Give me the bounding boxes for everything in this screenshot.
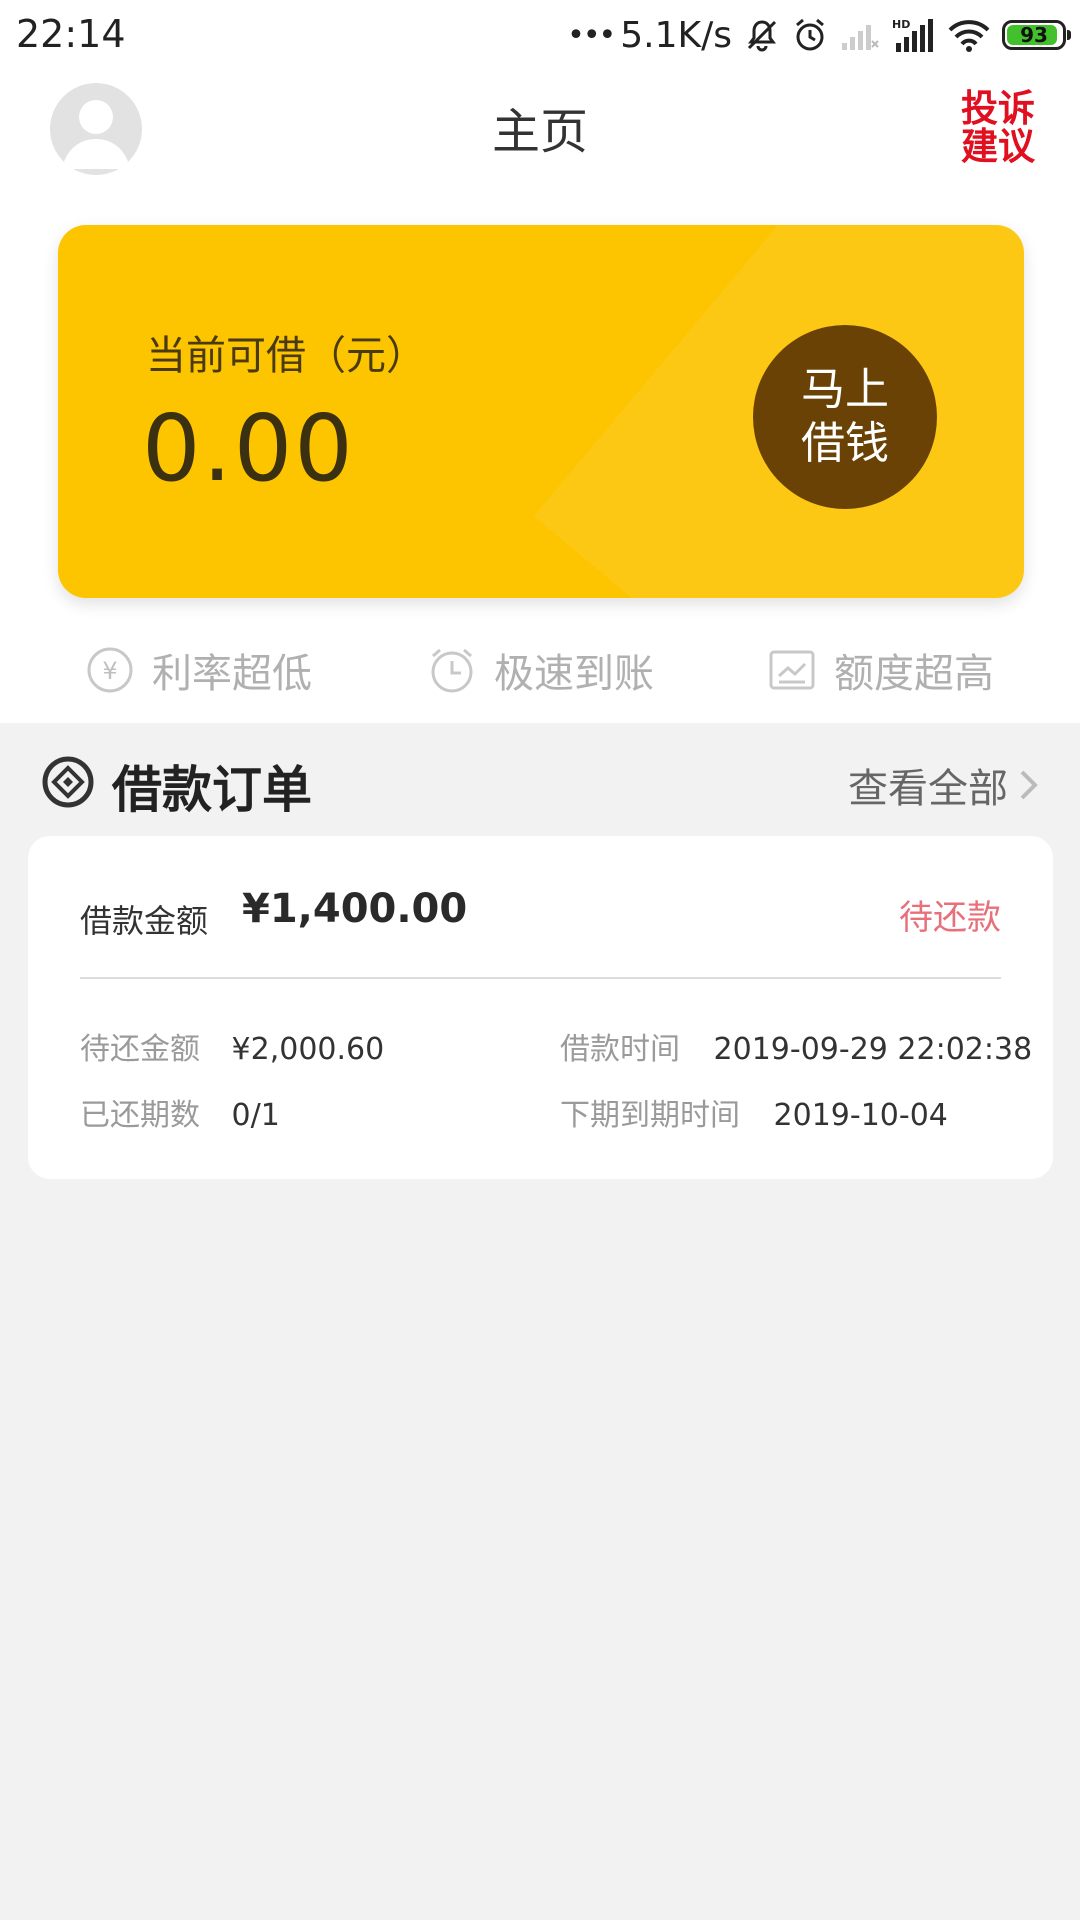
paid-periods-label: 已还期数 [80,1098,200,1133]
diamond-icon [42,756,94,808]
feature-label: 极速到账 [494,651,654,697]
next-due: 2019-10-04 [773,1098,948,1133]
net-speed: 5.1K/s [620,14,732,56]
loan-time: 2019-09-29 22:02:38 [713,1032,1033,1067]
features-row: ¥ 利率超低 极速到账 额度超高 [0,640,1080,700]
view-all-label: 查看全部 [848,766,1008,812]
feature-label: 额度超高 [834,651,994,697]
battery-level: 93 [1020,23,1048,47]
mute-icon [747,20,777,52]
credit-amount: 0.00 [142,395,355,502]
status-bar: 22:14 ••• 5.1K/s HD 93 [0,0,1080,70]
chevron-right-icon [1020,770,1038,800]
chart-icon [769,650,815,690]
status-badge: 待还款 [899,898,1001,938]
order-card[interactable]: 借款金额 ¥1,400.00 待还款 待还金额 ¥2,000.60 借款时间 2… [28,836,1053,1179]
battery-icon: 93 [1002,20,1071,50]
order-summary: 借款金额 ¥1,400.00 待还款 [80,886,1001,946]
clock-icon [431,648,473,693]
alarm-icon [796,18,824,51]
svg-text:HD: HD [892,18,910,31]
loan-amount-label: 借款金额 [80,902,209,940]
complaint-button[interactable]: 投诉建议 [956,90,1040,166]
yen-icon: ¥ [87,647,133,693]
page-title: 主页 [491,104,588,160]
status-time: 22:14 [16,12,126,56]
signal-hd-icon: HD [892,18,933,52]
loan-amount: ¥1,400.00 [242,886,468,932]
due-amount: ¥2,000.60 [231,1032,385,1067]
feature-high-limit: 额度超高 [768,640,994,700]
borrow-now-button[interactable]: 马上借钱 [753,325,937,509]
signal-icon [842,25,879,50]
status-dots: ••• [567,17,616,53]
due-amount-label: 待还金额 [80,1032,200,1067]
orders-section-header: 借款订单 查看全部 [0,740,1080,820]
feature-label: 利率超低 [152,651,312,697]
due-amount-row: 待还金额 ¥2,000.60 [80,1024,384,1068]
view-all-link[interactable]: 查看全部 [848,756,1040,814]
credit-card: 当前可借（元） 0.00 马上借钱 [58,225,1024,598]
next-due-row: 下期到期时间 2019-10-04 [560,1090,948,1134]
paid-periods: 0/1 [231,1098,280,1133]
section-title: 借款订单 [112,761,312,819]
credit-label: 当前可借（元） [146,333,426,379]
next-due-label: 下期到期时间 [560,1098,740,1133]
feature-fast-arrival: 极速到账 [428,640,654,700]
feature-low-rate: ¥ 利率超低 [86,640,312,700]
svg-text:¥: ¥ [102,657,117,685]
loan-time-row: 借款时间 2019-09-29 22:02:38 [560,1024,1032,1068]
screen: 22:14 ••• 5.1K/s HD 93 主页 投诉建议 当前可借（元） 0… [0,0,1080,1920]
header: 主页 投诉建议 [0,70,1080,180]
wifi-icon [948,20,990,52]
status-indicators: ••• 5.1K/s HD 93 [567,12,1071,58]
divider [80,977,1001,979]
paid-periods-row: 已还期数 0/1 [80,1090,280,1134]
loan-time-label: 借款时间 [560,1032,680,1067]
